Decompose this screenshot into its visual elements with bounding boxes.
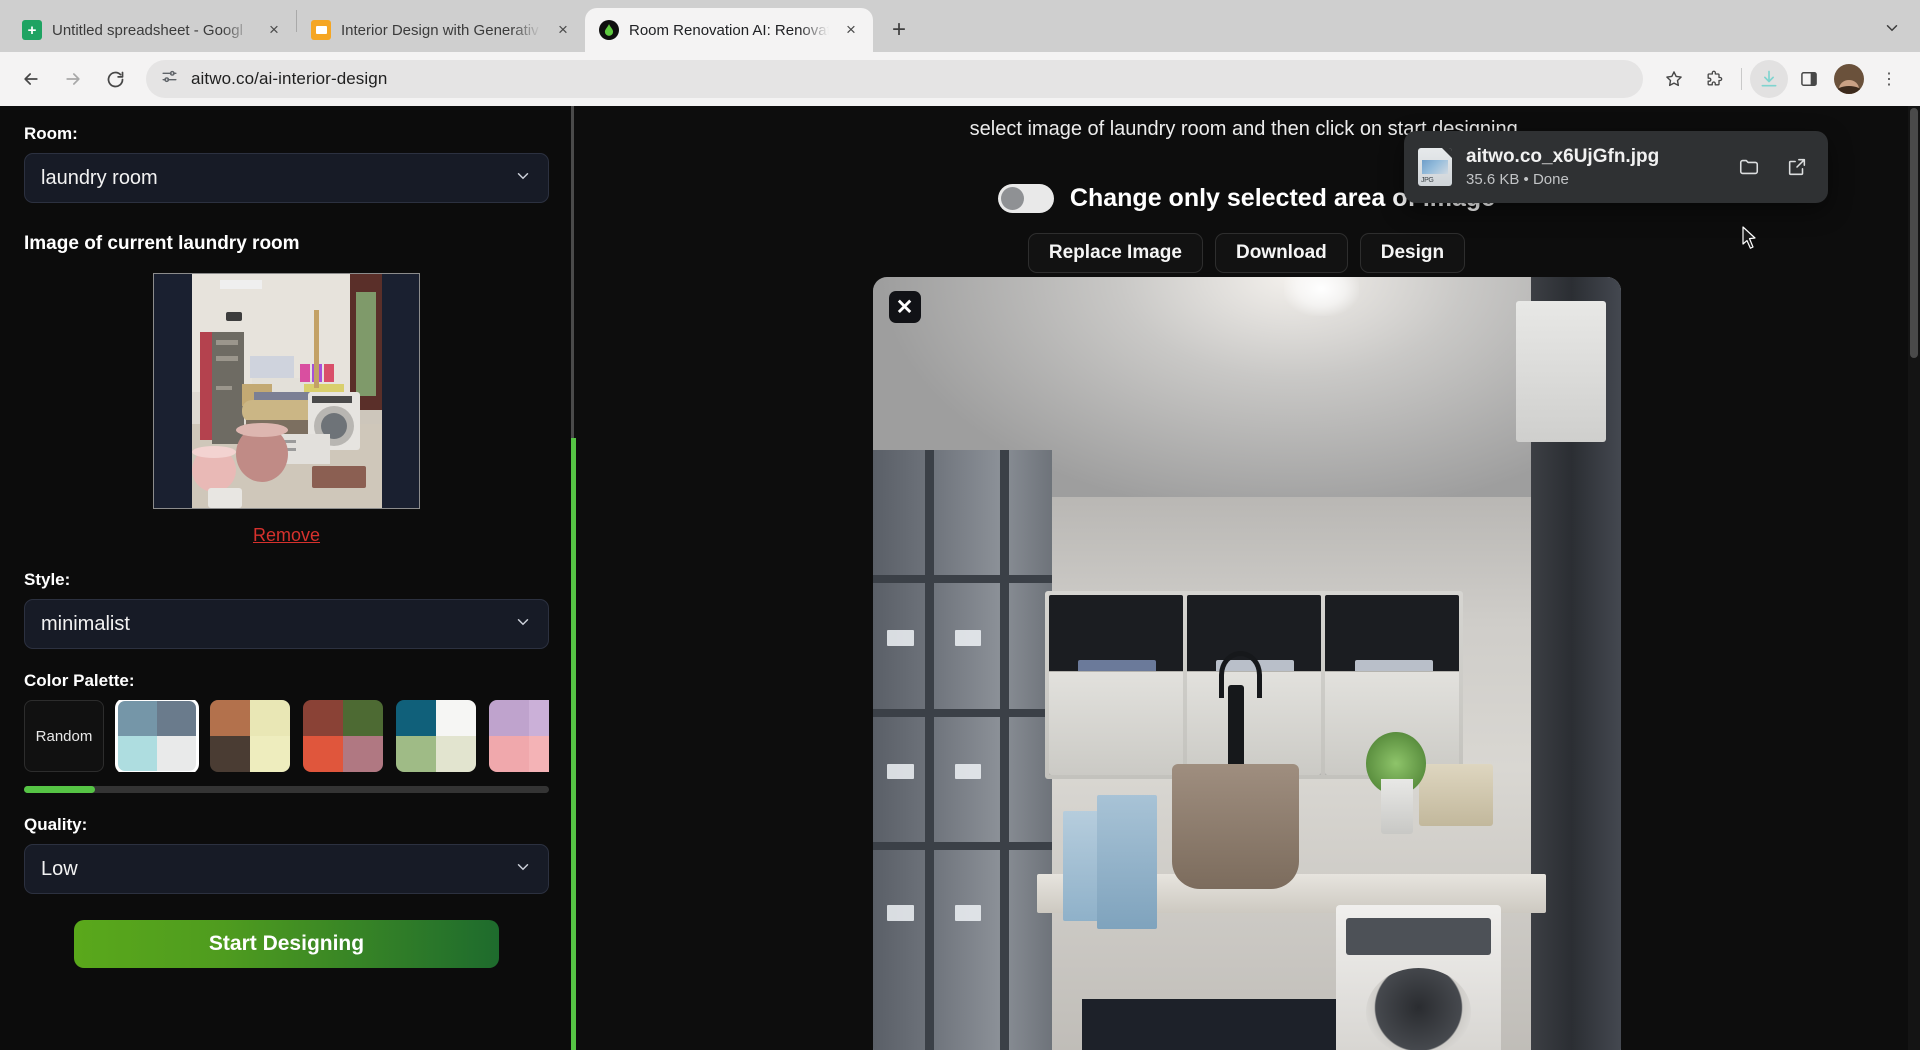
room-select-value: laundry room: [41, 167, 514, 190]
sheets-icon: +: [22, 20, 42, 40]
palette-swatch-terracotta-cream[interactable]: [210, 700, 290, 772]
palette-scrollbar[interactable]: [24, 786, 549, 793]
show-in-folder-icon[interactable]: [1732, 150, 1766, 184]
tab-strip-right: [1874, 10, 1920, 52]
aitwo-logo-icon: [599, 20, 619, 40]
style-select[interactable]: minimalist: [24, 599, 549, 649]
panel-scrollbar-track[interactable]: [571, 106, 574, 438]
start-designing-button[interactable]: Start Designing: [74, 920, 499, 968]
palette-swatch-random[interactable]: Random: [24, 700, 104, 772]
quality-select-value: Low: [41, 858, 514, 881]
preview-panel: select image of laundry room and then cl…: [573, 106, 1920, 1050]
browser-toolbar: aitwo.co/ai-interior-design ⋮: [0, 52, 1920, 106]
tab-room-renovation-ai[interactable]: Room Renovation AI: Renovat ×: [585, 8, 873, 52]
download-button[interactable]: Download: [1215, 233, 1348, 273]
tab-title: Room Renovation AI: Renovat: [629, 22, 829, 39]
image-icon: [311, 20, 331, 40]
chevron-down-icon[interactable]: [1874, 10, 1910, 46]
site-settings-icon[interactable]: [160, 67, 179, 91]
tab-untitled-spreadsheet[interactable]: + Untitled spreadsheet - Googl ×: [8, 8, 296, 52]
toolbar-actions: ⋮: [1655, 60, 1908, 98]
design-button[interactable]: Design: [1360, 233, 1465, 273]
downloads-icon[interactable]: [1750, 60, 1788, 98]
generated-image-preview[interactable]: ✕: [873, 277, 1621, 1050]
page-scrollbar[interactable]: [1908, 106, 1920, 1050]
open-in-new-icon[interactable]: [1780, 150, 1814, 184]
tab-interior-design[interactable]: Interior Design with Generativ ×: [297, 8, 585, 52]
current-room-thumbnail[interactable]: [153, 273, 420, 509]
extensions-icon[interactable]: [1695, 60, 1733, 98]
quality-label: Quality:: [24, 815, 549, 835]
quality-select[interactable]: Low: [24, 844, 549, 894]
chevron-down-icon: [514, 613, 532, 636]
download-filename: aitwo.co_x6UjGfn.jpg: [1466, 146, 1718, 168]
panel-scrollbar-thumb[interactable]: [571, 438, 576, 1050]
page-scrollbar-thumb[interactable]: [1910, 108, 1918, 358]
new-tab-button[interactable]: +: [881, 12, 917, 48]
toggle-knob: [1001, 187, 1024, 210]
tab-title: Interior Design with Generativ: [341, 22, 541, 39]
room-label: Room:: [24, 124, 549, 144]
style-label: Style:: [24, 570, 549, 590]
chevron-down-icon: [514, 167, 532, 190]
tab-close-icon[interactable]: ×: [551, 18, 575, 42]
remove-image-link[interactable]: Remove: [24, 525, 549, 546]
jpg-file-icon: JPG: [1418, 148, 1452, 186]
tab-close-icon[interactable]: ×: [262, 18, 286, 42]
design-options-panel: Room: laundry room Image of current laun…: [0, 106, 573, 1050]
room-select[interactable]: laundry room: [24, 153, 549, 203]
thumbnail-image: [154, 274, 419, 508]
tab-strip: + Untitled spreadsheet - Googl × Interio…: [0, 0, 1920, 52]
download-notification-popup[interactable]: JPG aitwo.co_x6UjGfn.jpg 35.6 KB • Done: [1404, 131, 1828, 203]
page-viewport: Room: laundry room Image of current laun…: [0, 106, 1920, 1050]
browser-window: + Untitled spreadsheet - Googl × Interio…: [0, 0, 1920, 1050]
tab-title: Untitled spreadsheet - Googl: [52, 22, 252, 39]
rendered-room-image: [873, 277, 1621, 1050]
forward-icon[interactable]: [54, 60, 92, 98]
palette-swatch-lilac-pink[interactable]: [489, 700, 549, 772]
mouse-cursor: [1742, 226, 1758, 250]
avatar[interactable]: [1830, 60, 1868, 98]
palette-scrollbar-thumb[interactable]: [24, 786, 95, 793]
replace-image-button[interactable]: Replace Image: [1028, 233, 1203, 273]
palette-swatch-teal-sage[interactable]: [396, 700, 476, 772]
palette-swatch-red-olive[interactable]: [303, 700, 383, 772]
back-icon[interactable]: [12, 60, 50, 98]
chevron-down-icon: [514, 858, 532, 881]
close-icon[interactable]: ✕: [889, 291, 921, 323]
palette-label: Color Palette:: [24, 671, 549, 691]
side-panel-icon[interactable]: [1790, 60, 1828, 98]
tab-close-icon[interactable]: ×: [839, 18, 863, 42]
address-bar[interactable]: aitwo.co/ai-interior-design: [146, 60, 1643, 98]
palette-swatch-blue-grey-mint[interactable]: [117, 700, 197, 772]
download-info: aitwo.co_x6UjGfn.jpg 35.6 KB • Done: [1466, 146, 1718, 188]
color-palette-list[interactable]: Random: [24, 700, 549, 772]
chrome-menu-icon[interactable]: ⋮: [1870, 60, 1908, 98]
style-select-value: minimalist: [41, 613, 514, 636]
current-image-heading: Image of current laundry room: [24, 233, 549, 255]
selected-area-toggle[interactable]: [998, 184, 1054, 213]
thumbnail-wrapper: [24, 273, 549, 509]
reload-icon[interactable]: [96, 60, 134, 98]
bookmark-star-icon[interactable]: [1655, 60, 1693, 98]
action-button-row: Replace Image Download Design: [573, 233, 1920, 273]
download-status: 35.6 KB • Done: [1466, 171, 1718, 188]
url-text: aitwo.co/ai-interior-design: [191, 69, 387, 89]
toolbar-divider: [1741, 68, 1742, 90]
